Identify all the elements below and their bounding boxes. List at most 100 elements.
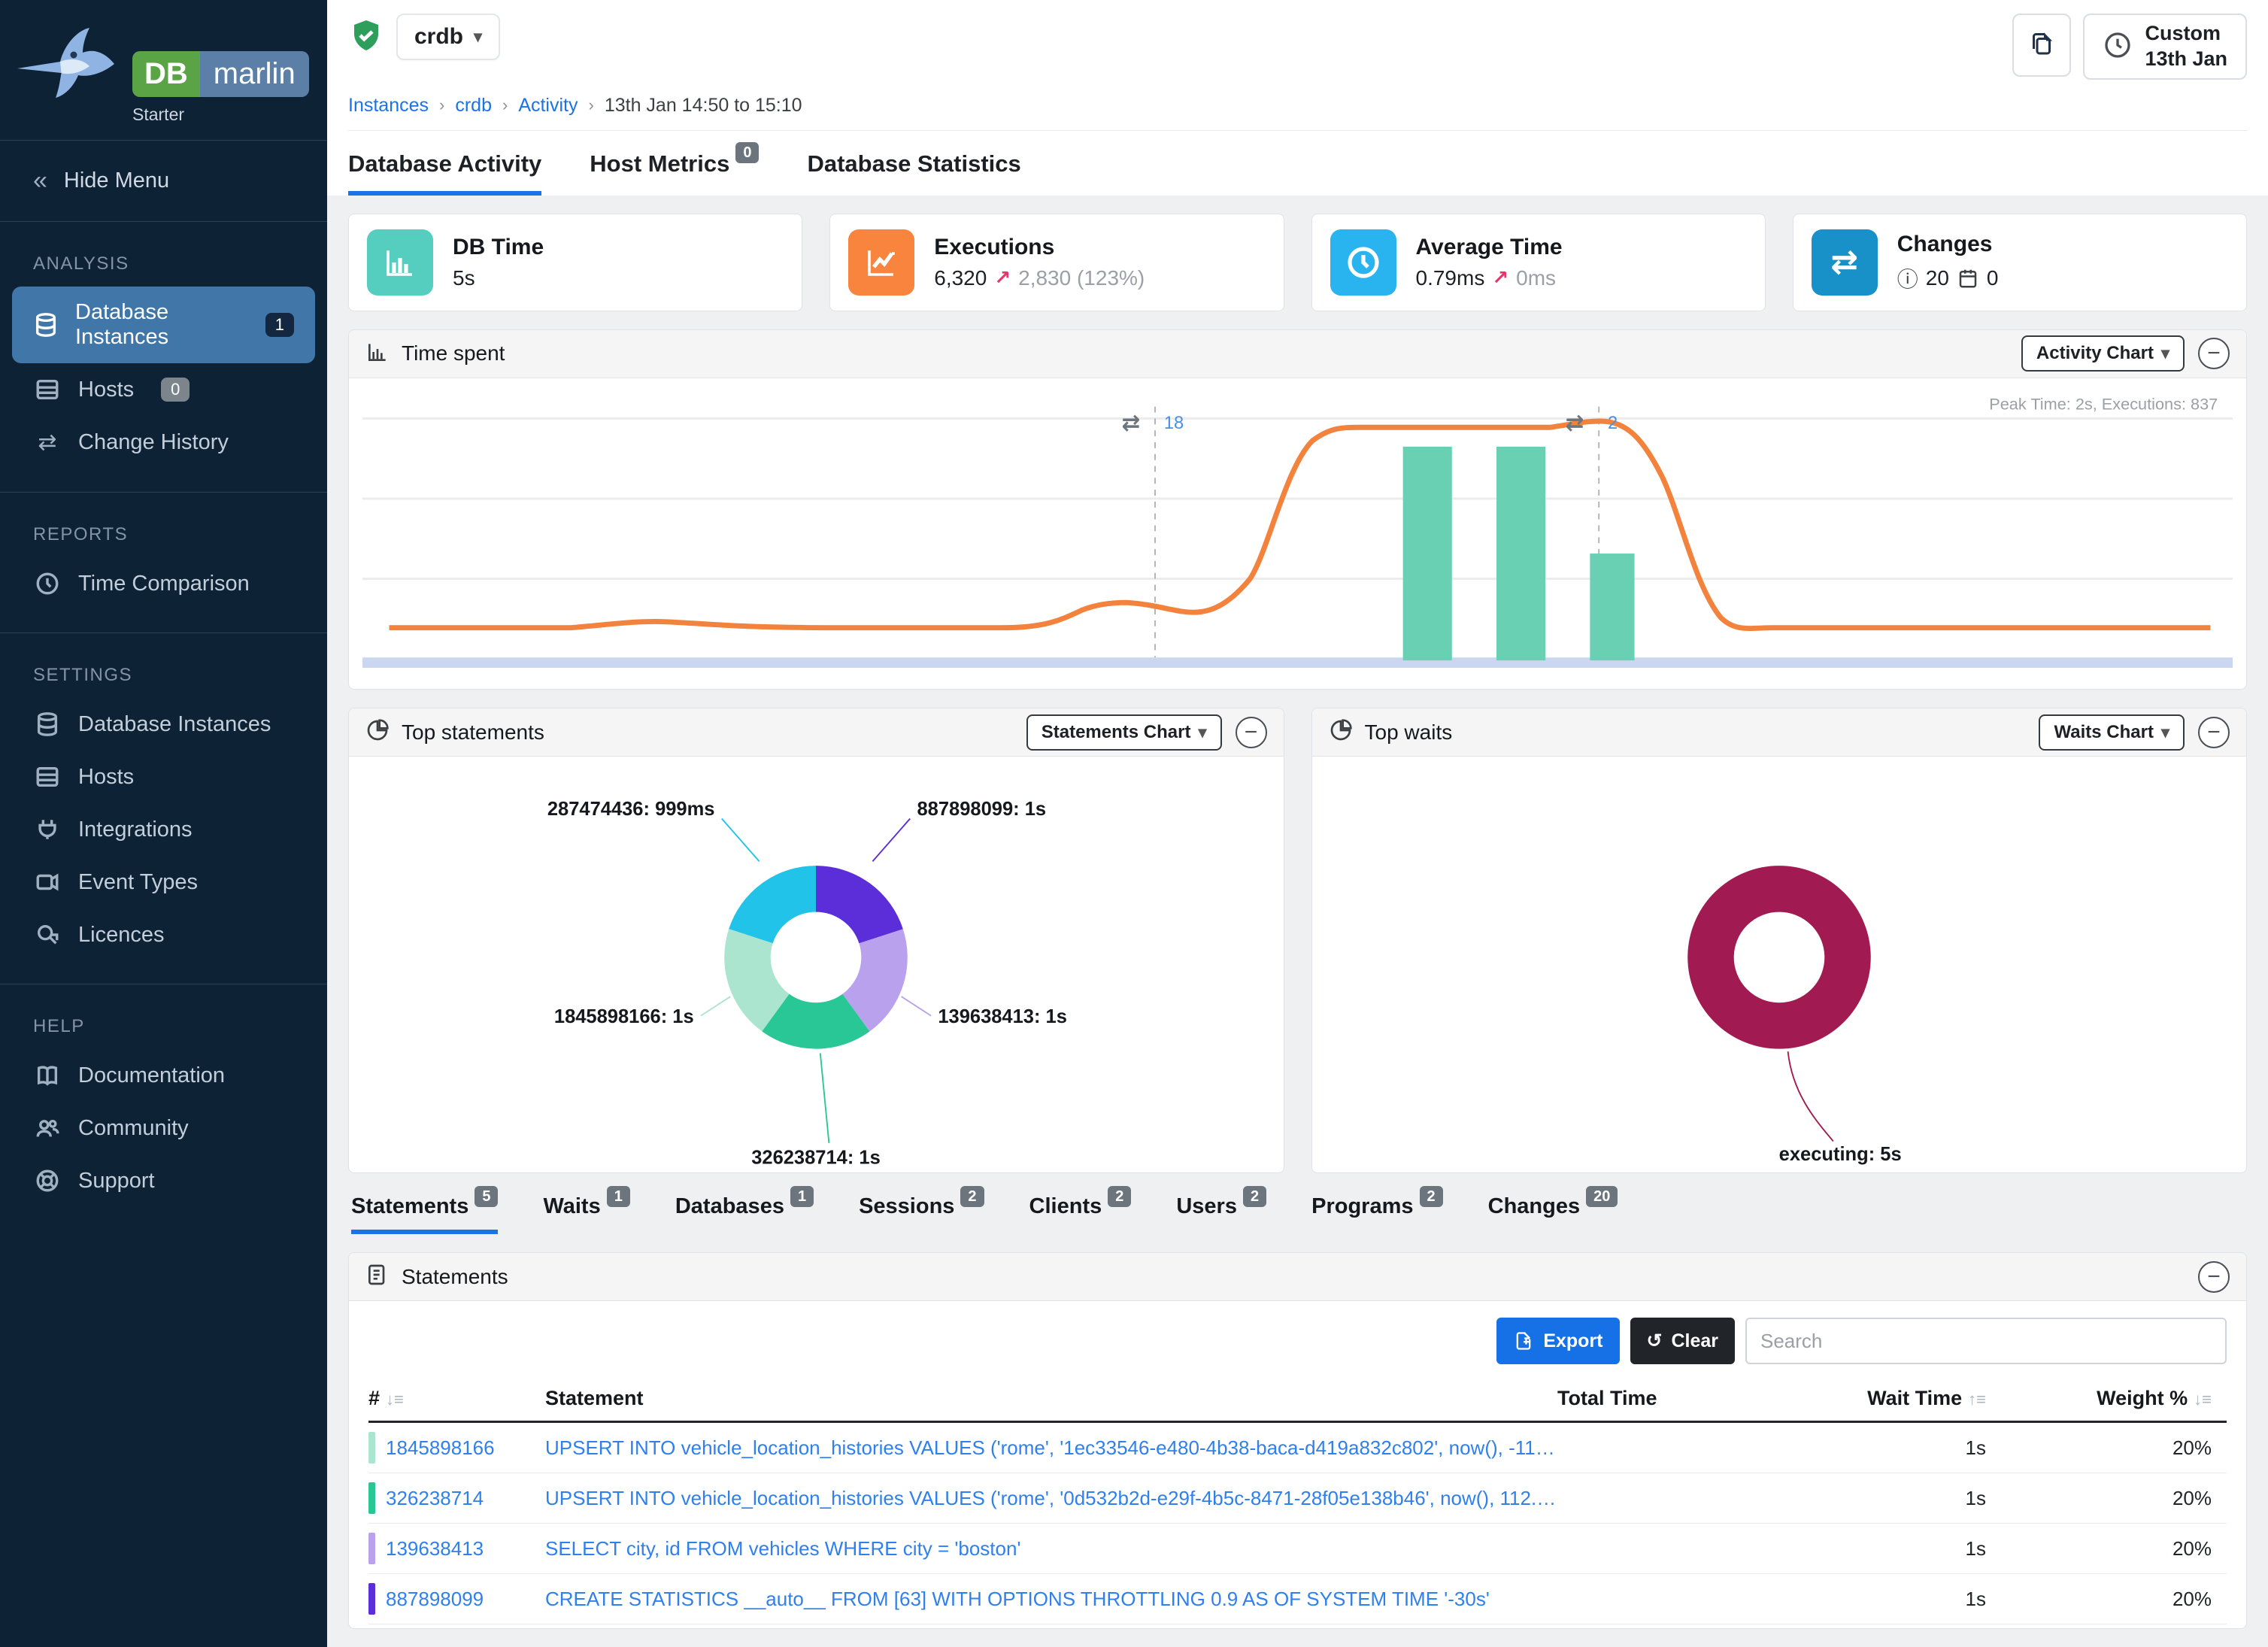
statements-panel-header: Statements − [349,1253,2246,1301]
waits-chart-dropdown[interactable]: Waits Chart ▾ [2039,714,2185,751]
tab-clients[interactable]: Clients2 [1029,1194,1132,1234]
statement-link[interactable]: SELECT city, id FROM vehicles WHERE city… [545,1537,1557,1561]
export-button[interactable]: Export [1496,1318,1619,1364]
tab-users[interactable]: Users2 [1176,1194,1266,1234]
logo-marlin-badge: marlin [200,51,309,97]
search-input[interactable] [1745,1318,2227,1364]
card-title: Executions [934,235,1145,260]
statement-id-link[interactable]: 326238714 [386,1487,484,1510]
statement-id-link[interactable]: 1845898166 [386,1436,495,1460]
tab-label: Waits [543,1194,600,1218]
instance-selector[interactable]: crdb ▾ [396,14,500,60]
tab-label: Sessions [859,1194,954,1218]
sidebar-item-community[interactable]: Community [0,1102,327,1154]
sidebar-item-settings-hosts[interactable]: Hosts [0,751,327,803]
tab-statements[interactable]: Statements5 [351,1194,498,1234]
top-statements-header: Top statements Statements Chart ▾ − [349,708,1284,757]
changes-event-count: 0 [1987,266,1999,290]
statements-donut-chart[interactable]: 887898099: 1s 139638413: 1s 326238714: 1… [349,757,1284,1172]
col-header-wait-time[interactable]: Wait Time↑≡ [1685,1387,2001,1410]
sidebar-item-licences[interactable]: Licences [0,908,327,961]
sidebar-item-change-history[interactable]: ⇄ Change History [0,416,327,469]
breadcrumb-activity[interactable]: Activity [518,95,578,117]
statement-id-link[interactable]: 139638413 [386,1537,484,1561]
copy-icon [2028,31,2055,60]
clear-label: Clear [1671,1330,1718,1352]
sort-icon: ↓≡ [386,1390,404,1409]
collapse-panel-button[interactable]: − [1236,717,1267,748]
weight-value: 20% [2001,1436,2227,1460]
section-title: HELP [0,1004,327,1049]
sidebar-item-hosts[interactable]: Hosts 0 [0,363,327,416]
sidebar-item-event-types[interactable]: Event Types [0,856,327,908]
tab-host-metrics[interactable]: Host Metrics0 [590,150,759,196]
breadcrumb-current: 13th Jan 14:50 to 15:10 [605,95,802,117]
col-header-id[interactable]: #↓≡ [368,1387,545,1410]
statements-donut-svg: 887898099: 1s 139638413: 1s 326238714: 1… [519,761,1113,1171]
sidebar-item-time-comparison[interactable]: Time Comparison [0,557,327,610]
donut-label: executing: 5s [1778,1144,1901,1165]
count-badge: 0 [161,378,190,402]
tab-waits[interactable]: Waits1 [543,1194,629,1234]
breadcrumb-instances[interactable]: Instances [348,95,429,117]
tab-changes[interactable]: Changes20 [1488,1194,1618,1234]
time-spent-chart[interactable]: ⇄ 18 ⇄ 2 Peak Time: 2s, Executions: 837 … [349,378,2246,690]
statements-table: #↓≡ Statement Total Time Wait Time↑≡ Wei… [368,1376,2227,1629]
time-range-date: 13th Jan [2145,47,2227,72]
card-changes: ⇄ Changes ⓘ 20 0 [1793,214,2247,311]
count-badge: 1 [265,313,294,337]
sidebar-section-analysis: ANALYSIS Database Instances 1 Hosts 0 ⇄ … [0,222,327,492]
copy-link-button[interactable] [2012,14,2071,77]
donut-label: 1845898166: 1s [554,1006,694,1027]
col-header-total-time[interactable]: Total Time [1557,1387,1685,1410]
statement-id-link[interactable]: 887898099 [386,1588,484,1611]
tab-databases[interactable]: Databases1 [675,1194,814,1234]
app-root: DB marlin Starter « Hide Menu ANALYSIS D… [0,0,2268,1647]
tab-database-activity[interactable]: Database Activity [348,150,541,196]
clock-icon [33,571,62,596]
statement-link[interactable]: CREATE STATISTICS __auto__ FROM [63] WIT… [545,1588,1557,1611]
waits-donut-chart[interactable]: executing: 5s [1312,757,2247,1172]
sidebar-item-settings-database-instances[interactable]: Database Instances [0,698,327,751]
server-icon [33,377,62,402]
tab-programs[interactable]: Programs2 [1311,1194,1443,1234]
export-label: Export [1543,1330,1602,1352]
logo-db-badge: DB [132,51,200,97]
statement-link[interactable]: UPSERT INTO vehicle_location_histories V… [545,1487,1557,1510]
tab-label: Database Statistics [807,150,1020,177]
statement-link[interactable]: UPSERT INTO vehicle_location_histories V… [545,1436,1557,1460]
hide-menu-button[interactable]: « Hide Menu [0,141,327,221]
time-spent-header: Time spent Activity Chart ▾ − [349,330,2246,378]
tab-database-statistics[interactable]: Database Statistics [807,150,1020,196]
time-range-button[interactable]: Custom 13th Jan [2083,14,2247,80]
sidebar-item-support[interactable]: Support [0,1154,327,1207]
col-header-weight[interactable]: Weight %↓≡ [2001,1387,2227,1410]
sidebar-item-database-instances[interactable]: Database Instances 1 [12,287,315,363]
pie-chart-icon [1329,718,1353,746]
sidebar-item-documentation[interactable]: Documentation [0,1049,327,1102]
main-tab-bar: Database Activity Host Metrics0 Database… [327,131,2268,196]
table-row: 287474436 UPSERT INTO vehicle_location_h… [368,1624,2227,1629]
clock-icon [1330,229,1396,296]
metric-cards: DB Time 5s Executions 6,320 ↗ 2,830 (123… [348,214,2247,311]
sidebar-item-label: Integrations [78,817,193,842]
time-spent-chart-svg: ⇄ 18 ⇄ 2 Peak Time: 2s, Executions: 837 … [362,386,2233,690]
chevron-down-icon: ▾ [1198,723,1206,742]
main-area: crdb ▾ Custom [327,0,2268,1647]
tab-sessions[interactable]: Sessions2 [859,1194,984,1234]
waits-donut-svg: executing: 5s [1482,761,2076,1171]
statement-color-chip [368,1482,375,1514]
breadcrumb-crdb[interactable]: crdb [455,95,492,117]
collapse-panel-button[interactable]: − [2198,338,2230,369]
breadcrumb-separator: › [502,96,508,115]
col-header-statement[interactable]: Statement [545,1387,1557,1410]
collapse-panel-button[interactable]: − [2198,717,2230,748]
tab-label: Changes [1488,1194,1580,1218]
sidebar-section-reports: REPORTS Time Comparison [0,493,327,632]
activity-chart-dropdown[interactable]: Activity Chart ▾ [2021,335,2185,372]
statements-chart-dropdown[interactable]: Statements Chart ▾ [1026,714,1222,751]
sidebar-item-integrations[interactable]: Integrations [0,803,327,856]
collapse-panel-button[interactable]: − [2198,1261,2230,1293]
tab-label: Clients [1029,1194,1102,1218]
clear-button[interactable]: ↺ Clear [1630,1318,1736,1364]
